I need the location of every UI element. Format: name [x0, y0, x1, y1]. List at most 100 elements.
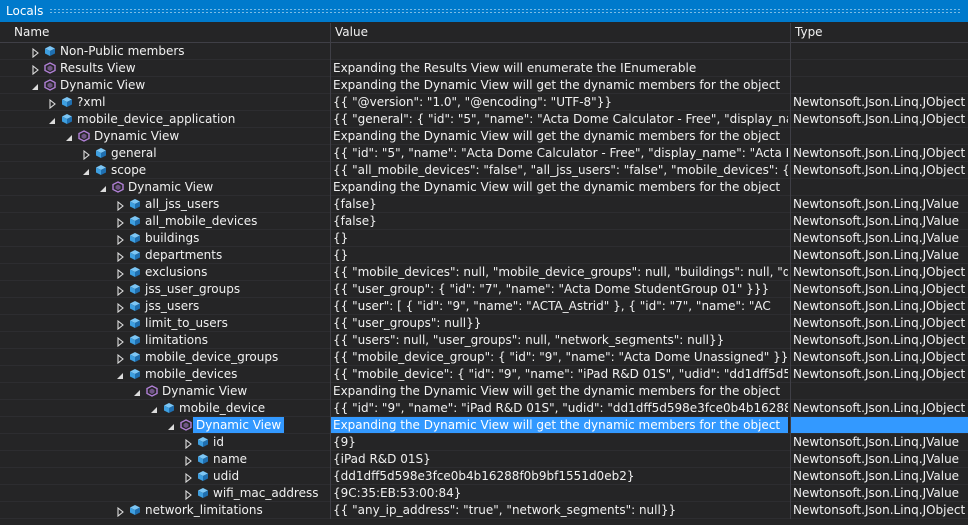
name-cell[interactable]: Results View — [0, 60, 329, 76]
locals-row[interactable]: id {9} Newtonsoft.Json.Linq.JValue — [0, 434, 968, 451]
type-cell[interactable]: Newtonsoft.Json.Linq.JObject — [791, 400, 968, 416]
type-cell[interactable] — [791, 43, 968, 59]
locals-row[interactable]: Dynamic View Expanding the Dynamic View w… — [0, 417, 968, 434]
column-value-header[interactable]: Value — [331, 23, 790, 42]
locals-row[interactable]: departments {} Newtonsoft.Json.Linq.JValue — [0, 247, 968, 264]
value-cell[interactable]: {false} — [331, 213, 788, 229]
value-cell[interactable]: {{ "user": [ { "id": "9", "name": "ACTA_… — [331, 298, 788, 314]
expanded-arrow-icon[interactable] — [81, 165, 91, 175]
name-cell[interactable]: buildings — [0, 230, 329, 246]
type-cell[interactable]: Newtonsoft.Json.Linq.JObject — [791, 281, 968, 297]
locals-row[interactable]: Non-Public members — [0, 43, 968, 60]
name-cell[interactable]: limitations — [0, 332, 329, 348]
locals-row[interactable]: mobile_device_application {{ "general": {… — [0, 111, 968, 128]
name-cell[interactable]: Dynamic View — [0, 383, 329, 399]
name-cell[interactable]: Dynamic View — [0, 77, 329, 93]
type-cell[interactable]: Newtonsoft.Json.Linq.JValue — [791, 247, 968, 263]
locals-row[interactable]: limit_to_users {{ "user_groups": null}} Ne… — [0, 315, 968, 332]
value-cell[interactable]: {{ "mobile_device_group": { "id": "9", "… — [331, 349, 788, 365]
value-cell[interactable]: Expanding the Dynamic View will get the … — [331, 179, 788, 195]
value-cell[interactable]: Expanding the Results View will enumerat… — [331, 60, 788, 76]
locals-row[interactable]: Results View Expanding the Results View w… — [0, 60, 968, 77]
name-cell[interactable]: Non-Public members — [0, 43, 329, 59]
collapsed-arrow-icon[interactable] — [115, 216, 125, 229]
value-cell[interactable]: Expanding the Dynamic View will get the … — [331, 417, 788, 433]
type-cell[interactable] — [791, 417, 968, 433]
tool-window-titlebar[interactable]: Locals — [0, 0, 968, 22]
value-cell[interactable]: {{ "mobile_devices": null, "mobile_devic… — [331, 264, 788, 280]
type-cell[interactable] — [791, 179, 968, 195]
type-cell[interactable]: Newtonsoft.Json.Linq.JValue — [791, 213, 968, 229]
expanded-arrow-icon[interactable] — [30, 80, 40, 90]
type-cell[interactable] — [791, 77, 968, 93]
collapsed-arrow-icon[interactable] — [115, 352, 125, 365]
collapsed-arrow-icon[interactable] — [183, 488, 193, 501]
locals-row[interactable]: udid {dd1dff5d598e3fce0b4b16288f0b9bf1551… — [0, 468, 968, 485]
locals-row[interactable]: all_jss_users {false} Newtonsoft.Json.Linq… — [0, 196, 968, 213]
type-cell[interactable]: Newtonsoft.Json.Linq.JObject — [791, 349, 968, 365]
locals-row[interactable]: ?xml {{ "@version": "1.0", "@encoding": "… — [0, 94, 968, 111]
collapsed-arrow-icon[interactable] — [115, 505, 125, 518]
column-name-header[interactable]: Name — [10, 23, 329, 42]
locals-row[interactable]: exclusions {{ "mobile_devices": null, "mo… — [0, 264, 968, 281]
locals-row[interactable]: limitations {{ "users": null, "user_group… — [0, 332, 968, 349]
locals-row[interactable]: mobile_devices {{ "mobile_device": { "id"… — [0, 366, 968, 383]
type-cell[interactable]: Newtonsoft.Json.Linq.JObject — [791, 162, 968, 178]
name-cell[interactable]: id — [0, 434, 329, 450]
name-cell[interactable]: exclusions — [0, 264, 329, 280]
value-cell[interactable]: {dd1dff5d598e3fce0b4b16288f0b9bf1551d0eb… — [331, 468, 788, 484]
name-cell[interactable]: Dynamic View — [0, 179, 329, 195]
value-cell[interactable]: {{ "users": null, "user_groups": null, "… — [331, 332, 788, 348]
name-cell[interactable]: mobile_device_application — [0, 111, 329, 127]
value-cell[interactable]: {9C:35:EB:53:00:84} — [331, 485, 788, 501]
type-cell[interactable]: Newtonsoft.Json.Linq.JValue — [791, 485, 968, 501]
value-cell[interactable]: {{ "user_groups": null}} — [331, 315, 788, 331]
collapsed-arrow-icon[interactable] — [81, 148, 91, 161]
type-cell[interactable] — [791, 383, 968, 399]
locals-row[interactable]: mobile_device_groups {{ "mobile_device_gr… — [0, 349, 968, 366]
locals-row[interactable]: network_limitations {{ "any_ip_address": … — [0, 502, 968, 519]
locals-row[interactable]: jss_users {{ "user": [ { "id": "9", "name… — [0, 298, 968, 315]
name-cell[interactable]: scope — [0, 162, 329, 178]
name-cell[interactable]: mobile_devices — [0, 366, 329, 382]
titlebar-grip[interactable] — [49, 8, 962, 14]
name-cell[interactable]: jss_users — [0, 298, 329, 314]
value-cell[interactable]: Expanding the Dynamic View will get the … — [331, 383, 788, 399]
locals-row[interactable]: Dynamic View Expanding the Dynamic View w… — [0, 383, 968, 400]
value-cell[interactable]: {{ "id": "9", "name": "iPad R&D 01S", "u… — [331, 400, 788, 416]
type-cell[interactable]: Newtonsoft.Json.Linq.JValue — [791, 468, 968, 484]
locals-row[interactable]: name {iPad R&D 01S} Newtonsoft.Json.Linq.J… — [0, 451, 968, 468]
name-cell[interactable]: mobile_device_groups — [0, 349, 329, 365]
collapsed-arrow-icon[interactable] — [30, 46, 40, 59]
locals-row[interactable]: scope {{ "all_mobile_devices": "false", "… — [0, 162, 968, 179]
value-cell[interactable]: Expanding the Dynamic View will get the … — [331, 128, 788, 144]
type-cell[interactable]: Newtonsoft.Json.Linq.JObject — [791, 366, 968, 382]
collapsed-arrow-icon[interactable] — [30, 63, 40, 76]
locals-row[interactable]: Dynamic View Expanding the Dynamic View w… — [0, 77, 968, 94]
collapsed-arrow-icon[interactable] — [115, 199, 125, 212]
type-cell[interactable] — [791, 60, 968, 76]
name-cell[interactable]: all_mobile_devices — [0, 213, 329, 229]
name-cell[interactable]: departments — [0, 247, 329, 263]
locals-row[interactable]: Dynamic View Expanding the Dynamic View w… — [0, 179, 968, 196]
collapsed-arrow-icon[interactable] — [115, 267, 125, 280]
collapsed-arrow-icon[interactable] — [115, 284, 125, 297]
name-cell[interactable]: ?xml — [0, 94, 329, 110]
expanded-arrow-icon[interactable] — [166, 420, 176, 430]
type-cell[interactable] — [791, 128, 968, 144]
value-cell[interactable]: {{ "@version": "1.0", "@encoding": "UTF-… — [331, 94, 788, 110]
expanded-arrow-icon[interactable] — [64, 131, 74, 141]
locals-row[interactable]: Dynamic View Expanding the Dynamic View w… — [0, 128, 968, 145]
name-cell[interactable]: mobile_device — [0, 400, 329, 416]
type-cell[interactable]: Newtonsoft.Json.Linq.JObject — [791, 315, 968, 331]
locals-row[interactable]: jss_user_groups {{ "user_group": { "id": … — [0, 281, 968, 298]
name-cell[interactable]: general — [0, 145, 329, 161]
collapsed-arrow-icon[interactable] — [115, 335, 125, 348]
locals-row[interactable]: mobile_device {{ "id": "9", "name": "iPad… — [0, 400, 968, 417]
name-cell[interactable]: udid — [0, 468, 329, 484]
value-cell[interactable]: {{ "user_group": { "id": "7", "name": "A… — [331, 281, 788, 297]
type-cell[interactable]: Newtonsoft.Json.Linq.JObject — [791, 111, 968, 127]
type-cell[interactable]: Newtonsoft.Json.Linq.JValue — [791, 434, 968, 450]
value-cell[interactable]: {} — [331, 247, 788, 263]
value-cell[interactable]: {iPad R&D 01S} — [331, 451, 788, 467]
